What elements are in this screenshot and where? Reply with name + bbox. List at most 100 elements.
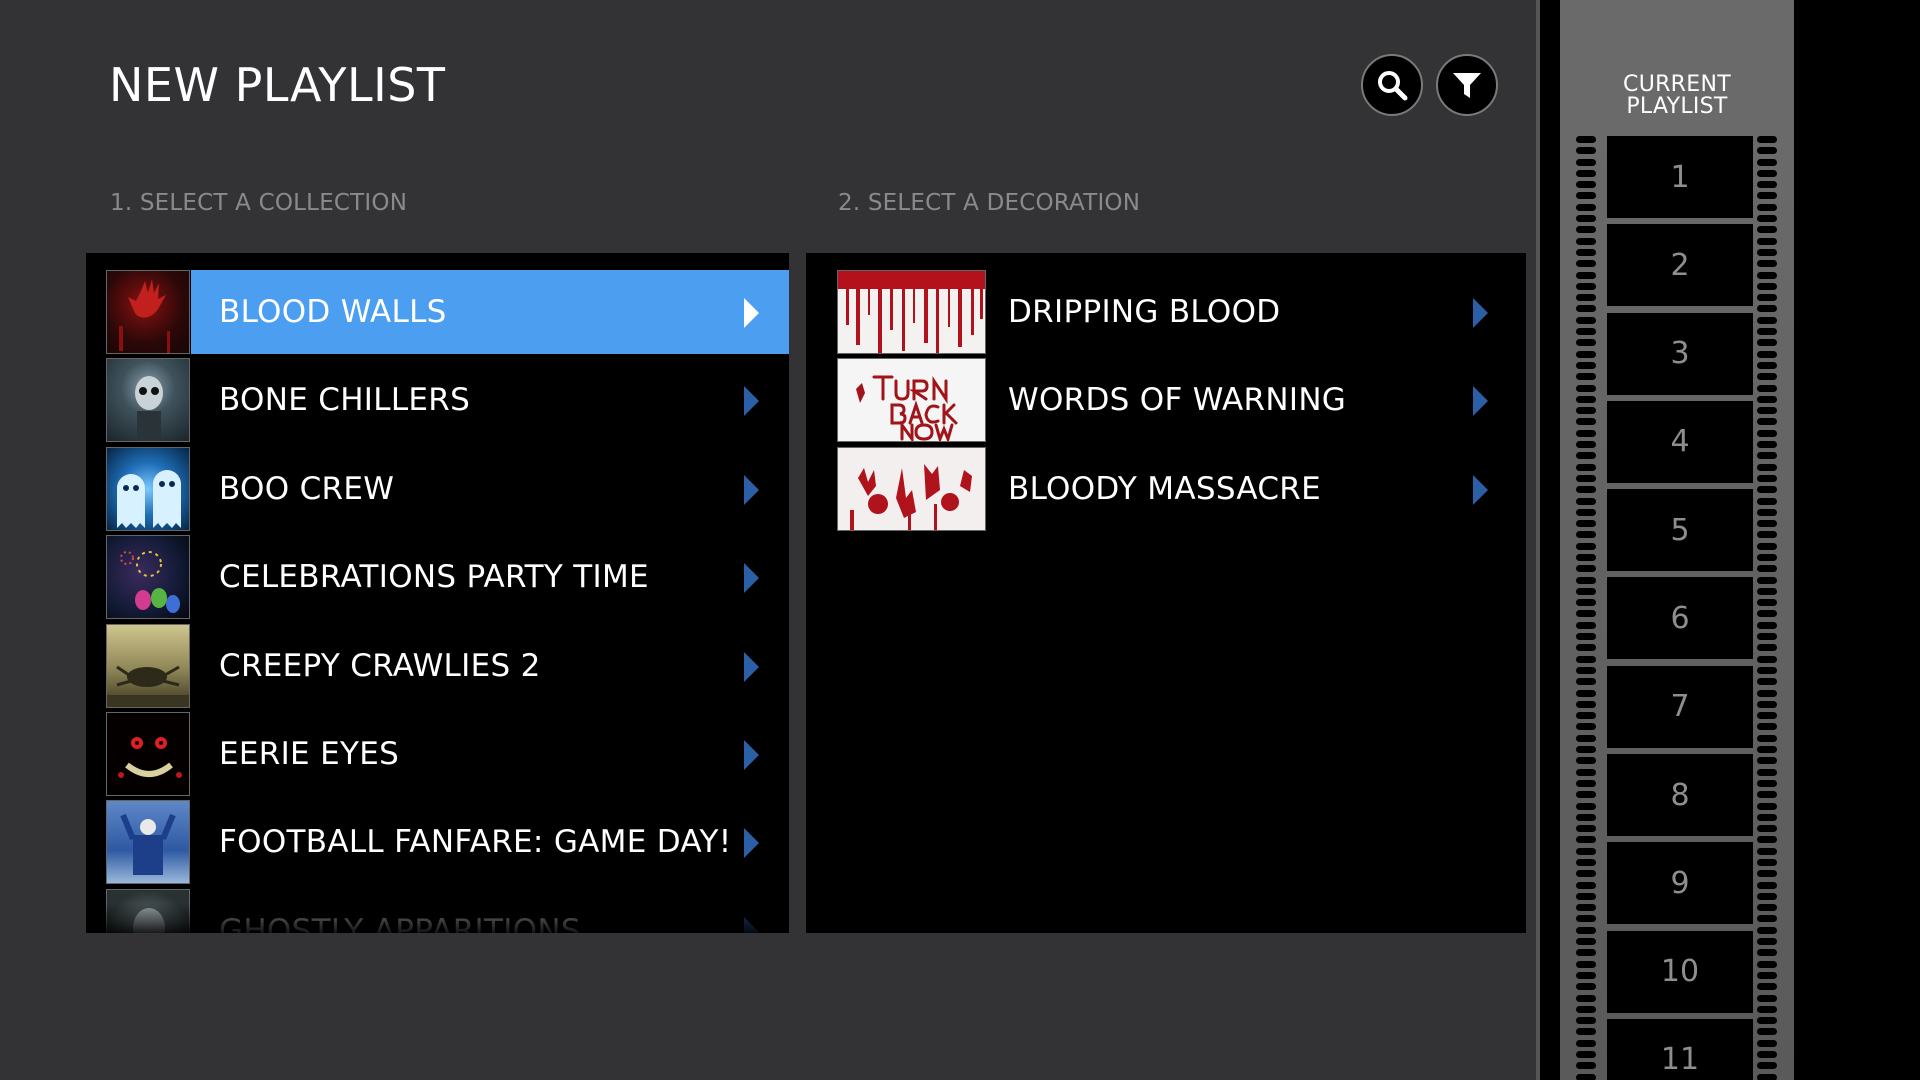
film-perforation: [1757, 407, 1777, 415]
film-perforation: [1757, 463, 1777, 471]
film-perforation: [1576, 316, 1596, 324]
film-perforation: [1576, 271, 1596, 279]
playlist-slot-1[interactable]: 1: [1607, 136, 1753, 218]
film-perforation: [1757, 305, 1777, 313]
film-perforation: [1576, 486, 1596, 494]
collection-item-boo-crew[interactable]: BOO CREW: [106, 446, 789, 531]
current-playlist-title-line1: CURRENT: [1623, 72, 1731, 97]
film-perforation: [1576, 757, 1596, 765]
film-perforation: [1757, 452, 1777, 460]
film-perforation: [1576, 779, 1596, 787]
decoration-item-bloody-massacre[interactable]: BLOODY MASSACRE: [837, 446, 1526, 531]
film-perforation: [1576, 260, 1596, 268]
film-perforation: [1757, 633, 1777, 641]
chevron-right-icon: [744, 739, 759, 770]
film-perforation: [1576, 328, 1596, 336]
film-perforation: [1576, 960, 1596, 968]
film-perforation: [1576, 859, 1596, 866]
filter-button[interactable]: [1436, 54, 1498, 116]
playlist-slot-3[interactable]: 3: [1607, 312, 1753, 395]
film-perforation: [1576, 892, 1596, 900]
chevron-right-icon: [1473, 298, 1488, 328]
film-perforation: [1576, 339, 1596, 347]
sidebar-divider: [1536, 0, 1540, 1080]
film-perforation: [1576, 746, 1596, 754]
film-perforation: [1757, 949, 1777, 957]
collection-label: CREEPY CRAWLIES 2: [219, 647, 541, 684]
chevron-right-icon: [744, 386, 759, 417]
film-perforation: [1757, 1073, 1777, 1080]
film-perforation: [1757, 508, 1777, 516]
collection-item-bone-chillers[interactable]: BONE CHILLERS: [106, 358, 789, 443]
playlist-slot-11[interactable]: 11: [1607, 1018, 1753, 1080]
film-perforation: [1576, 181, 1596, 189]
film-perforation: [1757, 181, 1777, 189]
playlist-slot-5[interactable]: 5: [1607, 489, 1753, 572]
current-playlist-sidebar: CURRENT PLAYLIST 1 2 3 4 5 6 7 8 9 10 11: [1536, 0, 1920, 1080]
film-perforation: [1757, 881, 1777, 889]
film-perforation: [1757, 350, 1777, 358]
film-perforation: [1757, 960, 1777, 968]
film-perforation: [1757, 565, 1777, 573]
film-perforation: [1576, 1073, 1596, 1080]
film-perforation: [1757, 655, 1777, 663]
collection-item-football-fanfare[interactable]: FOOTBALL FANFARE: GAME DAY!: [106, 800, 789, 885]
search-icon: [1378, 71, 1408, 101]
film-perforation: [1576, 1039, 1596, 1047]
film-perforation: [1757, 542, 1777, 550]
playlist-slot-9[interactable]: 9: [1607, 842, 1753, 925]
decoration-item-words-of-warning[interactable]: WORDS OF WARNING: [837, 358, 1526, 443]
collection-item-blood-walls[interactable]: BLOOD WALLS: [106, 270, 789, 354]
collection-label: EERIE EYES: [219, 735, 400, 772]
film-perforation: [1576, 282, 1596, 290]
film-perforation: [1576, 203, 1596, 211]
app-window: NEW PLAYLIST 1. SELECT A COLLECTION 2. S…: [0, 0, 1920, 1080]
collection-thumbnail: [106, 270, 190, 354]
film-perforation: [1757, 1005, 1777, 1013]
collection-item-creepy-crawlies-2[interactable]: CREEPY CRAWLIES 2: [106, 623, 789, 708]
film-perforation: [1576, 870, 1596, 878]
film-perforation: [1576, 441, 1596, 449]
film-perforation: [1757, 859, 1777, 866]
decoration-label: BLOODY MASSACRE: [1008, 470, 1322, 507]
film-perforation: [1757, 294, 1777, 302]
playlist-slot-10[interactable]: 10: [1607, 930, 1753, 1013]
playlist-slot-8[interactable]: 8: [1607, 754, 1753, 837]
film-perforation: [1576, 723, 1596, 731]
playlist-slot-4[interactable]: 4: [1607, 400, 1753, 483]
collection-item-ghostly-apparitions[interactable]: GHOSTLY APPARITIONS: [106, 888, 789, 933]
collection-item-celebrations-party-time[interactable]: CELEBRATIONS PARTY TIME: [106, 535, 789, 620]
film-perforation: [1576, 542, 1596, 550]
collections-heading: 1. SELECT A COLLECTION: [110, 190, 408, 216]
film-perforation: [1757, 328, 1777, 336]
film-perforation: [1576, 938, 1596, 946]
decoration-label: DRIPPING BLOOD: [1008, 294, 1281, 330]
collection-label: GHOSTLY APPARITIONS: [219, 912, 581, 933]
film-perforation: [1757, 1039, 1777, 1047]
film-perforation: [1757, 361, 1777, 369]
film-perforation: [1576, 1051, 1596, 1059]
film-perforation: [1757, 136, 1777, 143]
playlist-slot-7[interactable]: 7: [1607, 665, 1753, 748]
playlist-slot-6[interactable]: 6: [1607, 577, 1753, 660]
film-perforation: [1757, 147, 1777, 155]
film-perforation: [1757, 373, 1777, 381]
film-perforation: [1576, 971, 1596, 979]
film-perforation: [1757, 520, 1777, 528]
film-perforation: [1576, 463, 1596, 471]
film-perforation: [1757, 712, 1777, 720]
film-perforation: [1576, 350, 1596, 358]
film-perforation: [1576, 497, 1596, 505]
search-button[interactable]: [1361, 54, 1423, 116]
decorations-list: DRIPPING BLOOD WORDS OF WARNING BLOODY M…: [806, 270, 1526, 535]
film-perforation: [1576, 384, 1596, 392]
playlist-slot-2[interactable]: 2: [1607, 224, 1753, 307]
film-perforation: [1576, 983, 1596, 991]
film-perforation: [1757, 971, 1777, 979]
film-perforation: [1576, 847, 1596, 855]
decoration-item-dripping-blood[interactable]: DRIPPING BLOOD: [837, 270, 1526, 354]
film-perforation: [1576, 881, 1596, 889]
chevron-right-icon: [744, 651, 759, 682]
collection-item-eerie-eyes[interactable]: EERIE EYES: [106, 711, 789, 796]
film-perforation: [1757, 904, 1777, 912]
